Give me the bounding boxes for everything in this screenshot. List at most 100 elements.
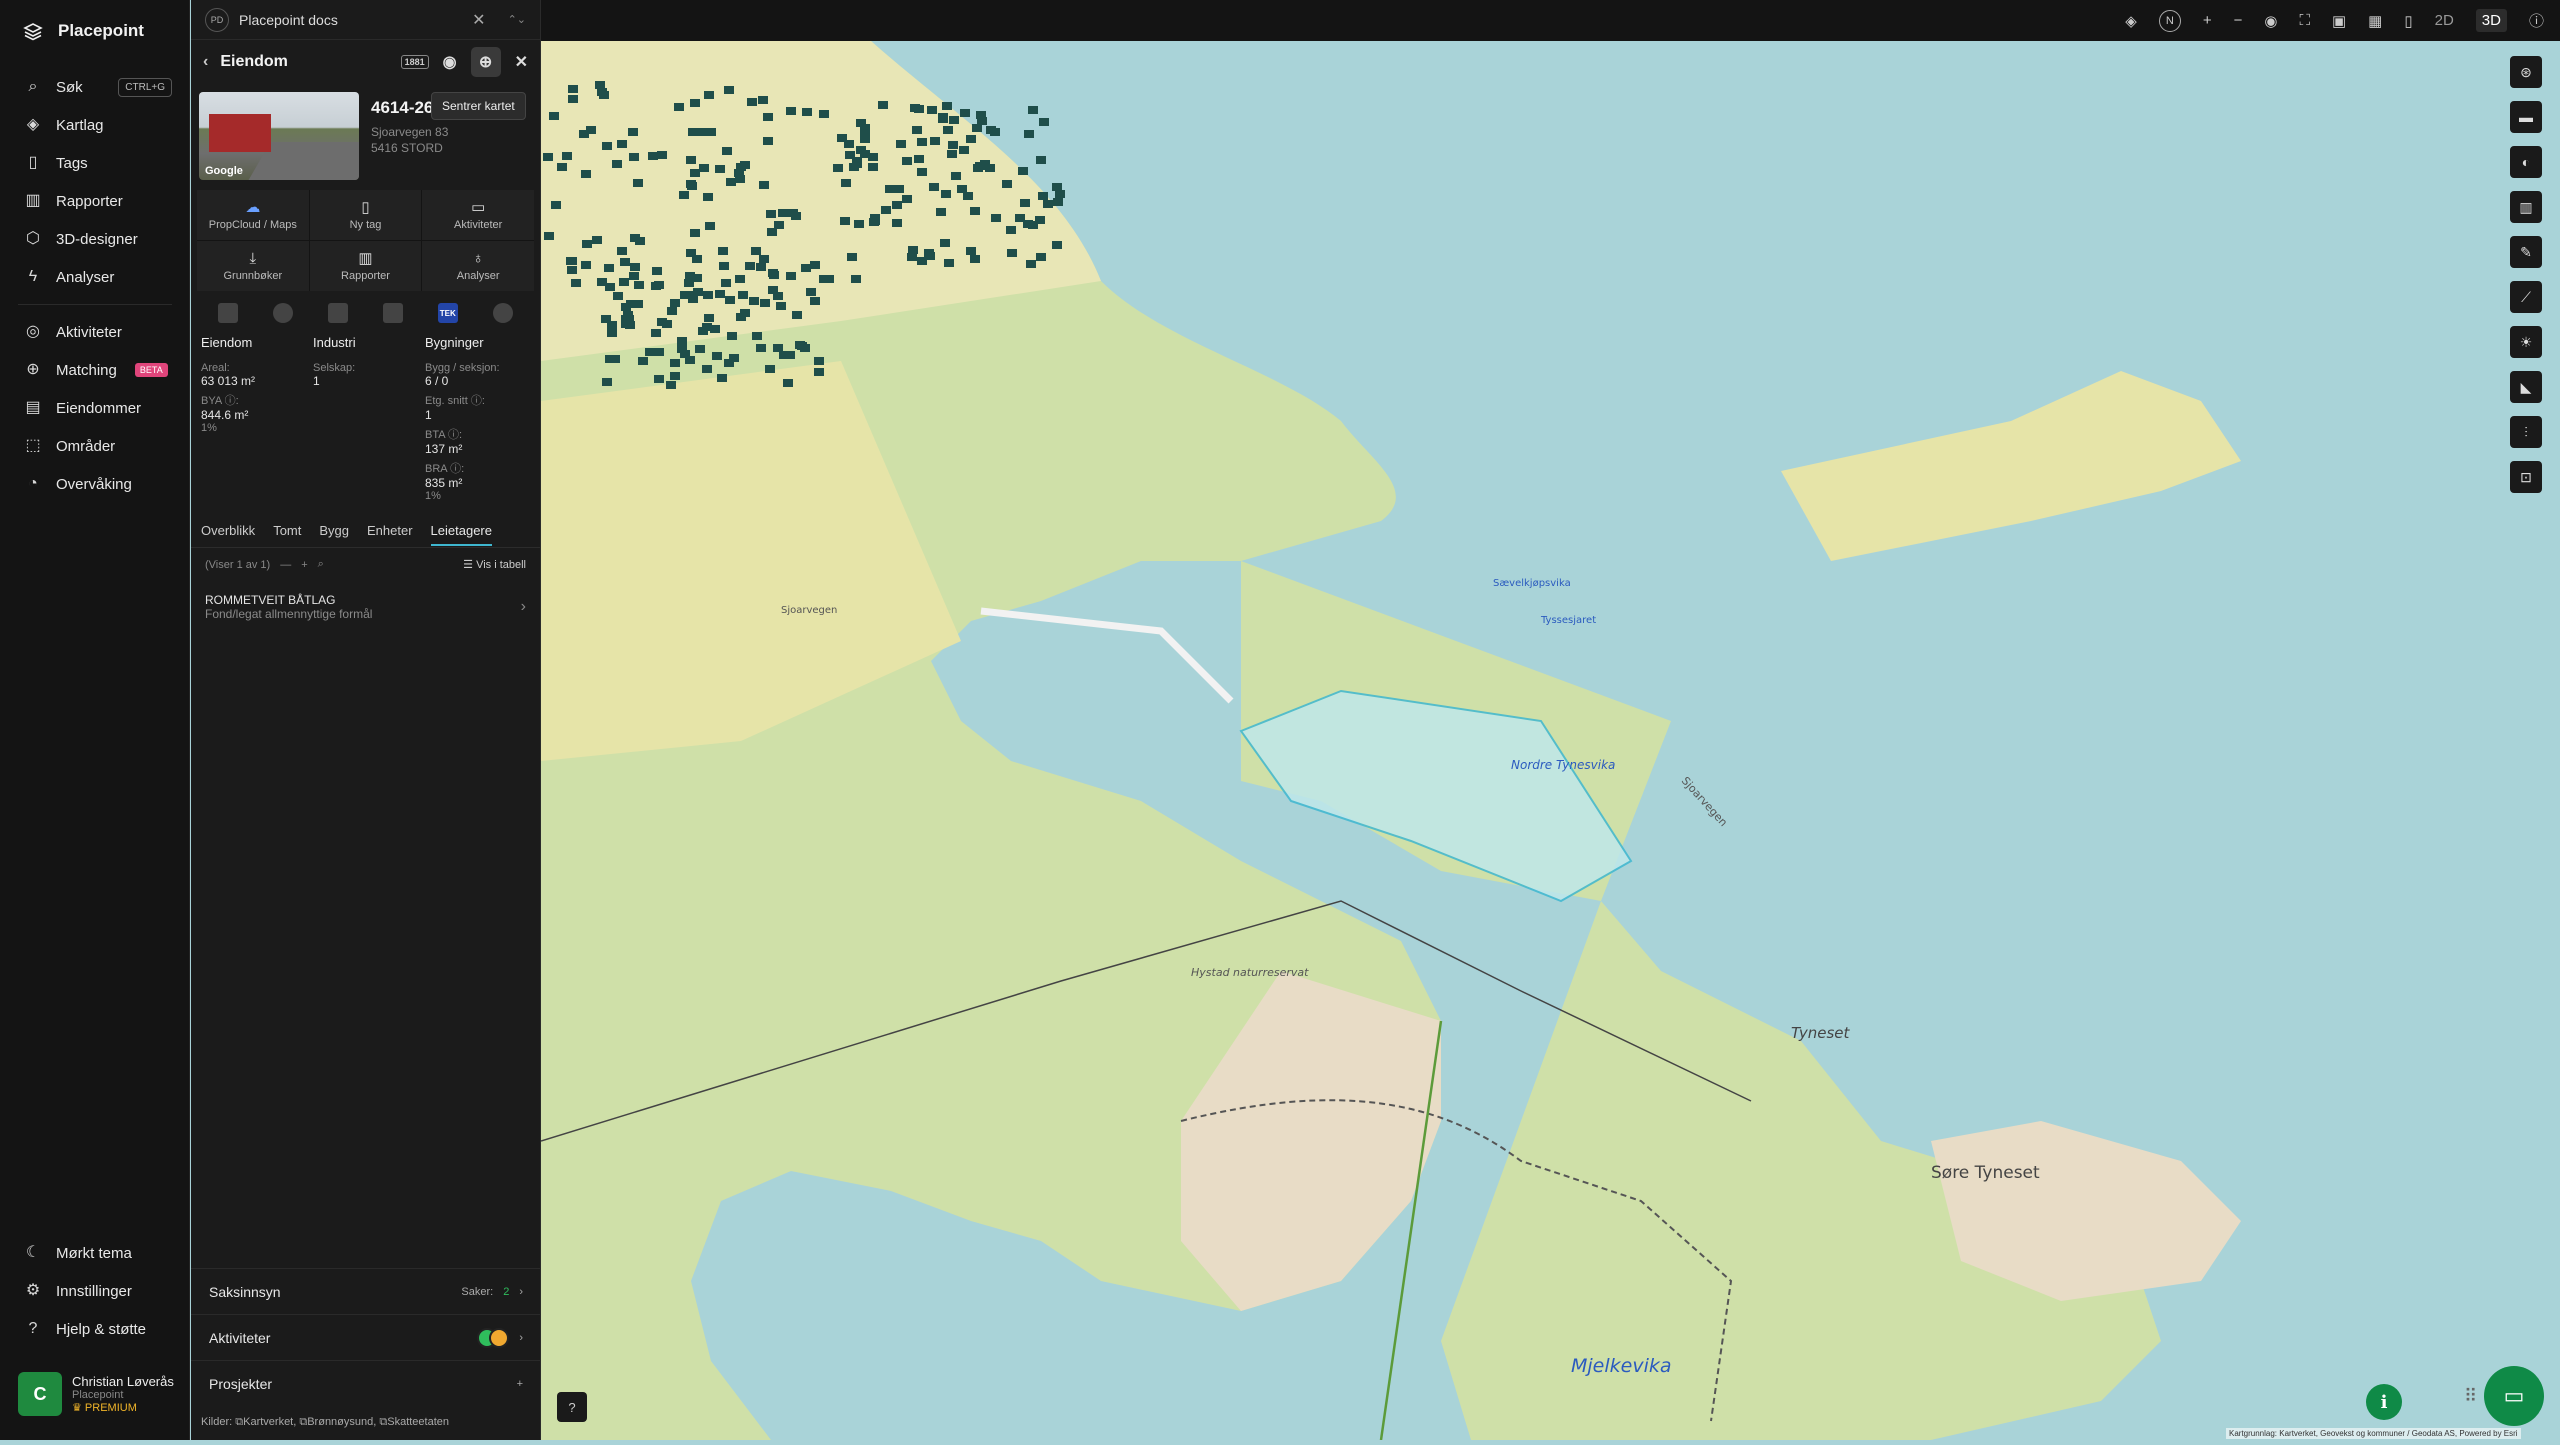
map-tool-button[interactable]: ☀ <box>2510 326 2542 358</box>
brand[interactable]: Placepoint <box>22 20 144 42</box>
tek-icon[interactable]: TEK <box>437 303 458 323</box>
docs-tab[interactable]: PD Placepoint docs ✕ ⌃⌄ <box>191 0 540 40</box>
row-label: Prosjekter <box>209 1375 273 1392</box>
tab-tomt[interactable]: Tomt <box>273 523 301 538</box>
tab-bygg[interactable]: Bygg <box>319 523 349 538</box>
map-tool-button[interactable]: ⊡ <box>2510 461 2542 493</box>
zoom-in-button[interactable]: + <box>2203 12 2212 29</box>
nav-item-3d-designer[interactable]: ⬡ 3D-designer <box>0 220 190 258</box>
map-view[interactable]: Sævelkjøpsvika Tyssesjaret Nordre Tynesv… <box>540 41 2560 1441</box>
chat-button[interactable]: ▭ <box>2484 1366 2544 1426</box>
map-tool-button[interactable]: ▥ <box>2510 191 2542 223</box>
map-tool-button[interactable]: ⫶ <box>2510 416 2542 448</box>
table-view-link[interactable]: ☰ Vis i tabell <box>463 558 526 571</box>
expand-icon[interactable]: ⌃⌄ <box>508 13 526 26</box>
activities-button[interactable]: ▭ Aktiviteter <box>422 190 534 240</box>
eye-icon[interactable]: ◉ <box>443 52 457 72</box>
bookmark-icon[interactable]: ▯ <box>2404 12 2412 30</box>
building <box>677 337 687 345</box>
reports-button[interactable]: ▥ Rapporter <box>309 241 422 291</box>
nav-item-help[interactable]: ? Hjelp & støtte <box>0 1310 190 1348</box>
new-tag-button[interactable]: ▯ Ny tag <box>309 190 422 240</box>
list-item[interactable]: ROMMETVEIT BÅTLAG Fond/legat allmennytti… <box>191 581 540 633</box>
nav-item-aktiviteter[interactable]: ◎ Aktiviteter <box>0 313 190 351</box>
eye-icon[interactable]: ◉ <box>2264 12 2277 30</box>
map-canvas[interactable]: Sævelkjøpsvika Tyssesjaret Nordre Tynesv… <box>540 41 2560 1441</box>
map-tool-button[interactable]: ⟋ <box>2510 281 2542 313</box>
source-link[interactable]: Brønnøysund, <box>307 1416 376 1428</box>
aktiviteter-row[interactable]: Aktiviteter › <box>191 1314 541 1360</box>
chevron-right-icon: › <box>520 598 526 615</box>
info-icon: i <box>2380 1391 2388 1413</box>
camera-icon[interactable]: ▣ <box>2332 12 2346 30</box>
building <box>1038 192 1048 200</box>
action-label: PropCloud / Maps <box>208 218 297 231</box>
close-icon[interactable]: ✕ <box>515 52 528 72</box>
signal-icon[interactable] <box>382 303 403 323</box>
drag-handle-icon[interactable]: ⠿ <box>2464 1386 2477 1407</box>
nav-label: Innstillinger <box>56 1282 132 1300</box>
fullscreen-icon[interactable]: ⛶ <box>2299 12 2310 29</box>
compass-button[interactable]: N <box>2158 9 2181 32</box>
help-button[interactable]: ? <box>557 1392 587 1422</box>
propcloud-button[interactable]: ☁ PropCloud / Maps <box>197 190 309 240</box>
industry-icon[interactable] <box>328 303 349 323</box>
nav-item-dark-theme[interactable]: ☾ Mørkt tema <box>0 1234 190 1272</box>
grid-icon[interactable]: ▦ <box>2368 12 2382 30</box>
center-map-button[interactable]: ⊕ <box>470 47 501 77</box>
info-icon[interactable]: ⓘ <box>2529 10 2544 31</box>
layers-toggle-icon[interactable]: ◈ <box>2125 12 2137 30</box>
info-button[interactable]: i <box>2366 1384 2402 1420</box>
prosjekter-row[interactable]: Prosjekter + <box>191 1360 541 1406</box>
map-tool-button[interactable]: ◐ <box>2510 146 2542 178</box>
nav-item-analyser[interactable]: ϟ Analyser <box>0 258 190 296</box>
tab-overblikk[interactable]: Overblikk <box>201 523 255 538</box>
property-icon[interactable] <box>218 303 239 323</box>
mode-2d-button[interactable]: 2D <box>2435 12 2454 29</box>
street-view-photo[interactable]: Google <box>199 92 359 180</box>
nav-item-overvaking[interactable]: ◔ Overvåking <box>0 465 190 503</box>
layers-icon: ◈ <box>26 116 40 133</box>
building <box>740 309 750 317</box>
building <box>562 152 572 160</box>
building <box>763 113 773 121</box>
tab-leietagere[interactable]: Leietagere <box>430 523 492 546</box>
source-link[interactable]: Kartverket, <box>243 1416 296 1428</box>
nav-item-tags[interactable]: ▯ Tags <box>0 144 190 182</box>
tab-enheter[interactable]: Enheter <box>367 523 413 538</box>
nav-item-sok[interactable]: ⌕ Søk CTRL+G <box>0 68 190 106</box>
back-icon[interactable]: ‹ <box>203 53 208 71</box>
globe-icon[interactable] <box>273 303 294 323</box>
building <box>690 99 700 107</box>
map-tool-button[interactable]: ✎ <box>2510 236 2542 268</box>
nav-item-omrader[interactable]: ⬚ Områder <box>0 427 190 465</box>
source-link[interactable]: Skatteetaten <box>387 1416 449 1428</box>
map-tool-button[interactable]: ⊛ <box>2510 56 2542 88</box>
nav-item-rapporter[interactable]: ▥ Rapporter <box>0 182 190 220</box>
nav-item-eiendommer[interactable]: ▤ Eiendommer <box>0 389 190 427</box>
mode-3d-button[interactable]: 3D <box>2475 9 2507 32</box>
1881-button[interactable]: 1881 <box>400 55 429 69</box>
add-project-button[interactable]: + <box>517 1378 523 1390</box>
saksinnsyn-row[interactable]: Saksinnsyn Saker: 2 › <box>191 1268 541 1314</box>
land-register-button[interactable]: ⤓ Grunnbøker <box>197 241 309 291</box>
building <box>860 124 870 132</box>
nav-item-settings[interactable]: ⚙ Innstillinger <box>0 1272 190 1310</box>
close-icon[interactable]: ✕ <box>472 10 485 30</box>
nav-item-kartlag[interactable]: ◈ Kartlag <box>0 106 190 144</box>
zoom-out-button[interactable]: − <box>2234 12 2243 29</box>
building <box>1006 226 1016 234</box>
building <box>773 344 783 352</box>
left-nav: Placepoint ⌕ Søk CTRL+G ◈ Kartlag ▯ Tags ▥ Ra… <box>0 0 190 1440</box>
analyses-button[interactable]: ♁ Analyser <box>422 241 534 291</box>
more-icon[interactable] <box>492 303 513 323</box>
map-tool-button[interactable]: ▬ <box>2510 101 2542 133</box>
user-profile[interactable]: C Christian Løverås Placepoint ♛ PREMIUM <box>18 1372 174 1416</box>
plus-icon[interactable]: + <box>301 559 307 571</box>
search-icon[interactable]: ⌕ <box>318 558 324 571</box>
building <box>634 281 644 289</box>
minus-icon[interactable]: — <box>280 559 291 571</box>
building <box>938 115 948 123</box>
map-tool-button[interactable]: ◣ <box>2510 371 2542 403</box>
nav-item-matching[interactable]: ⊕ Matching BETA <box>0 351 190 389</box>
